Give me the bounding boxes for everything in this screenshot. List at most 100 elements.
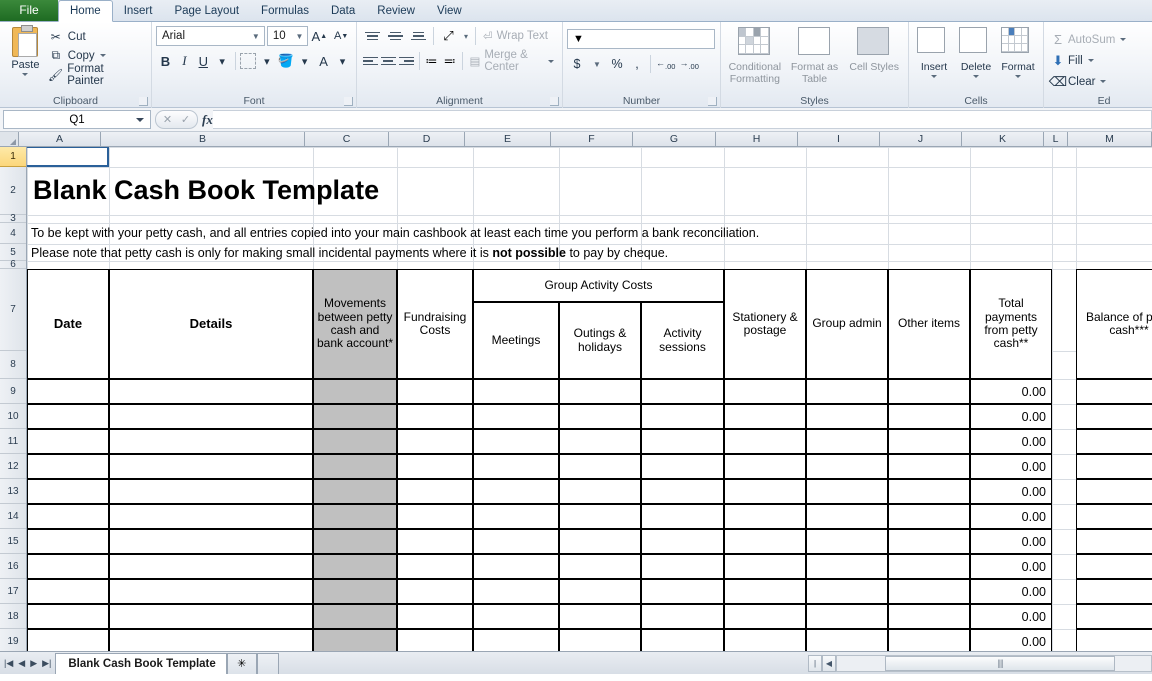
row-header-13[interactable]: 13 [0, 479, 26, 504]
chevron-down-icon[interactable]: ▾ [333, 50, 352, 72]
insert-worksheet-button[interactable]: ✳ [226, 652, 257, 674]
cell-fundraising[interactable] [397, 404, 473, 429]
chevron-down-icon[interactable] [136, 117, 144, 122]
cell-meetings[interactable] [473, 429, 559, 454]
cell-total-payments[interactable]: 0.00 [970, 579, 1052, 604]
tab-formulas[interactable]: Formulas [250, 0, 320, 21]
font-dialog-launcher[interactable] [344, 97, 353, 106]
cell-activity-sessions[interactable] [641, 579, 724, 604]
cell-balance[interactable]: 0.00 [1076, 379, 1152, 404]
header-total-payments[interactable]: Total payments from petty cash** [970, 269, 1052, 379]
cell-details[interactable] [109, 529, 313, 554]
horizontal-scrollbar[interactable]: | ◀ [808, 654, 1152, 673]
cell-total-payments[interactable]: 0.00 [970, 504, 1052, 529]
cell-details[interactable] [109, 504, 313, 529]
cell-group-admin[interactable] [806, 379, 888, 404]
cell-balance[interactable]: 0.00 [1076, 629, 1152, 651]
cell-movements[interactable] [313, 529, 397, 554]
cell-total-payments[interactable]: 0.00 [970, 529, 1052, 554]
cell-stationery[interactable] [724, 554, 806, 579]
row-header-6[interactable]: 6 [0, 259, 26, 270]
cell-movements[interactable] [313, 579, 397, 604]
header-group-admin[interactable]: Group admin [806, 269, 888, 379]
chevron-down-icon[interactable] [931, 75, 937, 79]
insert-function-icon[interactable]: fx [202, 112, 213, 128]
cell-outings[interactable] [559, 379, 641, 404]
row-header-15[interactable]: 15 [0, 529, 26, 554]
fill-color-button[interactable]: 🪣 [276, 50, 295, 72]
row-header-18[interactable]: 18 [0, 604, 26, 629]
cell-total-payments[interactable]: 0.00 [970, 604, 1052, 629]
cell-stationery[interactable] [724, 604, 806, 629]
column-header-i[interactable]: I [798, 132, 880, 146]
grow-font-button[interactable]: A ▲ [308, 25, 330, 47]
row-header-2[interactable]: 2 [0, 167, 26, 215]
cell-activity-sessions[interactable] [641, 604, 724, 629]
cell-total-payments[interactable]: 0.00 [970, 629, 1052, 651]
format-cells-button[interactable]: Format [997, 25, 1039, 94]
increase-decimal-button[interactable]: ←.00 [654, 53, 677, 75]
cell-total-payments[interactable]: 0.00 [970, 479, 1052, 504]
font-size-combo[interactable]: 10 ▼ [266, 26, 309, 46]
column-header-e[interactable]: E [465, 132, 551, 146]
cell-other-items[interactable] [888, 404, 970, 429]
column-header-b[interactable]: B [101, 132, 305, 146]
cell-details[interactable] [109, 554, 313, 579]
header-date[interactable]: Date [27, 269, 109, 379]
wrap-text-button[interactable]: ⏎ Wrap Text [479, 25, 552, 47]
header-movements[interactable]: Movements between petty cash and bank ac… [313, 269, 397, 379]
cell-fundraising[interactable] [397, 579, 473, 604]
cell-total-payments[interactable]: 0.00 [970, 429, 1052, 454]
row-header-8[interactable]: 8 [0, 351, 26, 379]
header-meetings[interactable]: Meetings [473, 302, 559, 379]
cell-total-payments[interactable]: 0.00 [970, 454, 1052, 479]
number-format-combo[interactable]: ▼ [567, 29, 715, 49]
cell-outings[interactable] [559, 554, 641, 579]
cell-group-admin[interactable] [806, 504, 888, 529]
header-activity-sessions[interactable]: Activity sessions [641, 302, 724, 379]
cell-movements[interactable] [313, 504, 397, 529]
cell-stationery[interactable] [724, 404, 806, 429]
cell-movements[interactable] [313, 454, 397, 479]
cell-activity-sessions[interactable] [641, 554, 724, 579]
cell-balance[interactable]: 0.00 [1076, 429, 1152, 454]
cell-date[interactable] [27, 454, 109, 479]
cell-date[interactable] [27, 579, 109, 604]
chevron-down-icon[interactable]: ▾ [460, 25, 472, 47]
cell-other-items[interactable] [888, 604, 970, 629]
cell-details[interactable] [109, 479, 313, 504]
cell-movements[interactable] [313, 379, 397, 404]
chevron-down-icon[interactable]: ▼ [250, 32, 262, 41]
row-header-4[interactable]: 4 [0, 223, 26, 244]
number-dialog-launcher[interactable] [708, 97, 717, 106]
cell-total-payments[interactable]: 0.00 [970, 404, 1052, 429]
cell-balance[interactable]: 0.00 [1076, 479, 1152, 504]
row-header-1[interactable]: 1 [0, 147, 26, 167]
align-top-button[interactable] [361, 25, 384, 47]
chevron-down-icon[interactable] [548, 59, 555, 63]
column-header-l[interactable]: L [1044, 132, 1068, 146]
cell-outings[interactable] [559, 504, 641, 529]
cell-balance[interactable]: 0.00 [1076, 404, 1152, 429]
scroll-split-handle[interactable]: | [808, 655, 822, 672]
insert-cells-button[interactable]: Insert [913, 25, 955, 94]
cell-meetings[interactable] [473, 529, 559, 554]
chevron-down-icon[interactable]: ▾ [295, 50, 314, 72]
cell-group-admin[interactable] [806, 479, 888, 504]
header-balance-petty-cash[interactable]: Balance of petty cash*** [1076, 269, 1152, 379]
header-other-items[interactable]: Other items [888, 269, 970, 379]
cell-fundraising[interactable] [397, 604, 473, 629]
cell-group-admin[interactable] [806, 554, 888, 579]
increase-indent-button[interactable]: ≕ [440, 50, 458, 72]
column-header-k[interactable]: K [962, 132, 1044, 146]
sheet-tab-blank-cash-book-template[interactable]: Blank Cash Book Template [55, 652, 227, 674]
alignment-dialog-launcher[interactable] [550, 97, 559, 106]
autosum-button[interactable]: Σ AutoSum [1048, 29, 1148, 50]
cell-other-items[interactable] [888, 429, 970, 454]
delete-cells-button[interactable]: Delete [955, 25, 997, 94]
align-bottom-button[interactable] [407, 25, 430, 47]
tab-view[interactable]: View [426, 0, 473, 21]
cell-meetings[interactable] [473, 579, 559, 604]
cell-date[interactable] [27, 504, 109, 529]
cell-stationery[interactable] [724, 504, 806, 529]
